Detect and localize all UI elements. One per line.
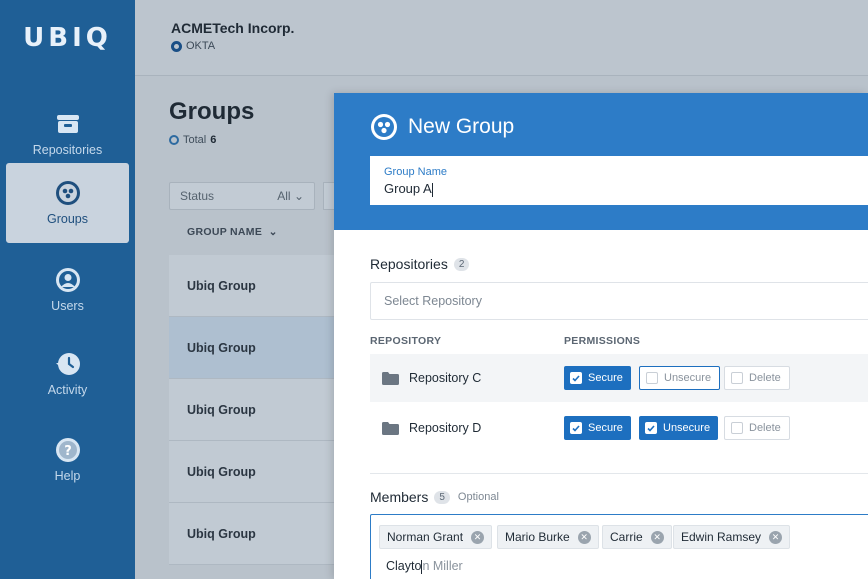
sidebar-item-label: Activity bbox=[47, 383, 88, 397]
org-name: ACMETech Incorp. bbox=[171, 20, 295, 36]
remove-icon[interactable]: ✕ bbox=[577, 530, 591, 544]
svg-text:?: ? bbox=[64, 444, 72, 459]
member-search-text[interactable]: Clayton Miller bbox=[386, 559, 463, 574]
table-row[interactable]: Ubiq Group bbox=[169, 379, 339, 441]
group-name-field[interactable]: Group Name Group A bbox=[370, 156, 868, 207]
member-chip: Edwin Ramsey ✕ bbox=[673, 525, 791, 549]
groups-icon bbox=[55, 180, 81, 206]
table-row[interactable]: Ubiq Group bbox=[169, 255, 339, 317]
checkbox-empty-icon bbox=[731, 372, 743, 384]
optional-label: Optional bbox=[457, 491, 499, 503]
checkbox-empty-icon bbox=[731, 422, 743, 434]
sidebar-item-activity[interactable]: Activity bbox=[0, 334, 135, 414]
secure-checkbox[interactable]: Secure bbox=[564, 416, 631, 440]
repository-name: Repository D bbox=[409, 421, 482, 435]
delete-checkbox[interactable]: Delete bbox=[724, 366, 790, 390]
user-icon bbox=[55, 267, 81, 293]
checkmark-icon bbox=[645, 422, 657, 434]
secure-checkbox[interactable]: Secure bbox=[564, 366, 631, 390]
chevron-down-icon: ⌄ bbox=[293, 189, 304, 203]
org-provider: OKTA bbox=[171, 40, 868, 52]
table-row[interactable]: Ubiq Group bbox=[169, 441, 339, 503]
members-count-badge: 5 bbox=[434, 490, 450, 504]
sidebar-item-help[interactable]: ? Help bbox=[0, 420, 135, 500]
history-icon bbox=[55, 351, 81, 377]
member-chip: Carrie ✕ bbox=[602, 525, 672, 549]
table-row[interactable]: Ubiq Group bbox=[169, 317, 339, 379]
sidebar-item-users[interactable]: Users bbox=[0, 250, 135, 330]
top-bar: ACMETech Incorp. OKTA bbox=[135, 0, 868, 76]
page-title: Groups bbox=[169, 98, 255, 125]
member-chip: Norman Grant ✕ bbox=[379, 525, 493, 549]
folder-icon bbox=[382, 421, 399, 435]
sidebar: UBIQ Repositories Groups Users Activity … bbox=[0, 0, 135, 579]
autocomplete-hint: n Miller bbox=[422, 559, 463, 573]
sidebar-item-label: Users bbox=[51, 299, 84, 313]
checkbox-empty-icon bbox=[646, 372, 658, 384]
repository-row: Repository C Secure Unsecure Delete bbox=[370, 354, 868, 402]
checkmark-icon bbox=[570, 372, 582, 384]
group-name-input[interactable]: Group A bbox=[384, 181, 432, 196]
okta-icon bbox=[171, 40, 182, 52]
column-header-repository: REPOSITORY bbox=[370, 335, 442, 347]
delete-checkbox[interactable]: Delete bbox=[724, 416, 790, 440]
unsecure-checkbox[interactable]: Unsecure bbox=[639, 366, 721, 390]
total-count: Total 6 bbox=[169, 134, 216, 146]
column-header-group-name[interactable]: GROUP NAME ⌄ bbox=[187, 226, 278, 238]
sidebar-item-label: Groups bbox=[47, 212, 88, 226]
remove-icon[interactable]: ✕ bbox=[471, 530, 485, 544]
sidebar-item-groups[interactable]: Groups bbox=[6, 163, 129, 243]
modal-header: New Group Group Name Group A bbox=[334, 93, 868, 230]
select-repository-dropdown[interactable]: Select Repository bbox=[370, 282, 868, 320]
remove-icon[interactable]: ✕ bbox=[650, 530, 664, 544]
help-icon: ? bbox=[55, 437, 81, 463]
folder-icon bbox=[382, 371, 399, 385]
repository-icon bbox=[55, 111, 81, 137]
sidebar-item-repositories[interactable]: Repositories bbox=[0, 94, 135, 174]
group-name-label: Group Name bbox=[384, 166, 447, 178]
table-row[interactable]: Ubiq Group bbox=[169, 503, 339, 565]
members-section-title: Members 5 Optional bbox=[370, 489, 499, 505]
status-filter[interactable]: Status All ⌄ bbox=[169, 182, 315, 210]
members-input[interactable]: Norman Grant ✕ Mario Burke ✕ Carrie ✕ Ed… bbox=[370, 514, 868, 579]
repositories-count-badge: 2 bbox=[453, 257, 470, 271]
repository-row: Repository D Secure Unsecure Delete bbox=[370, 404, 868, 452]
groups-icon bbox=[169, 135, 179, 145]
checkmark-icon bbox=[570, 422, 582, 434]
unsecure-checkbox[interactable]: Unsecure bbox=[639, 416, 719, 440]
sidebar-item-label: Repositories bbox=[32, 143, 103, 157]
new-group-modal: New Group Group Name Group A Repositorie… bbox=[334, 93, 868, 579]
groups-icon bbox=[371, 114, 397, 140]
section-divider bbox=[370, 473, 868, 474]
chevron-down-icon: ⌄ bbox=[265, 226, 278, 238]
repository-name: Repository C bbox=[409, 371, 482, 385]
app-logo: UBIQ bbox=[23, 23, 112, 53]
repositories-section-title: Repositories 2 bbox=[370, 256, 470, 272]
member-chip: Mario Burke ✕ bbox=[497, 525, 599, 549]
remove-icon[interactable]: ✕ bbox=[769, 530, 783, 544]
text-cursor bbox=[431, 182, 433, 197]
modal-title: New Group bbox=[370, 113, 514, 141]
column-header-permissions: PERMISSIONS bbox=[564, 335, 641, 347]
sidebar-item-label: Help bbox=[54, 469, 81, 483]
